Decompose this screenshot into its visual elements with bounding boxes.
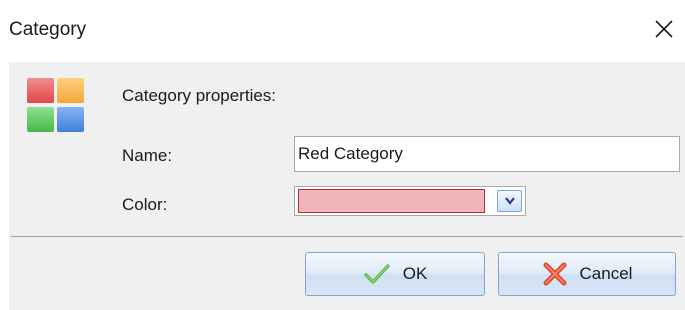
name-label: Name: — [122, 146, 173, 165]
color-label: Color: — [122, 195, 168, 214]
cancel-button[interactable]: Cancel — [498, 252, 676, 296]
category-color-icon — [27, 78, 84, 132]
color-dropdown[interactable] — [294, 186, 526, 216]
dialog-title: Category — [9, 19, 87, 40]
dialog-body: Category properties: Name: Color: OK — [9, 62, 685, 310]
ok-button[interactable]: OK — [305, 252, 485, 296]
dropdown-arrow-button[interactable] — [497, 190, 522, 212]
color-swatch — [298, 189, 485, 213]
close-button[interactable] — [649, 14, 679, 44]
divider — [11, 236, 683, 237]
checkmark-icon — [364, 264, 390, 284]
name-input[interactable] — [294, 136, 680, 172]
category-dialog: Category Category properties: Name: Red … — [0, 0, 685, 310]
section-heading: Category properties: — [122, 86, 277, 105]
chevron-down-icon — [504, 197, 515, 205]
cross-icon — [543, 262, 567, 286]
ok-button-label: OK — [402, 264, 428, 283]
title-bar: Category — [0, 0, 685, 62]
cancel-button-label: Cancel — [579, 264, 633, 283]
close-icon — [655, 20, 673, 38]
